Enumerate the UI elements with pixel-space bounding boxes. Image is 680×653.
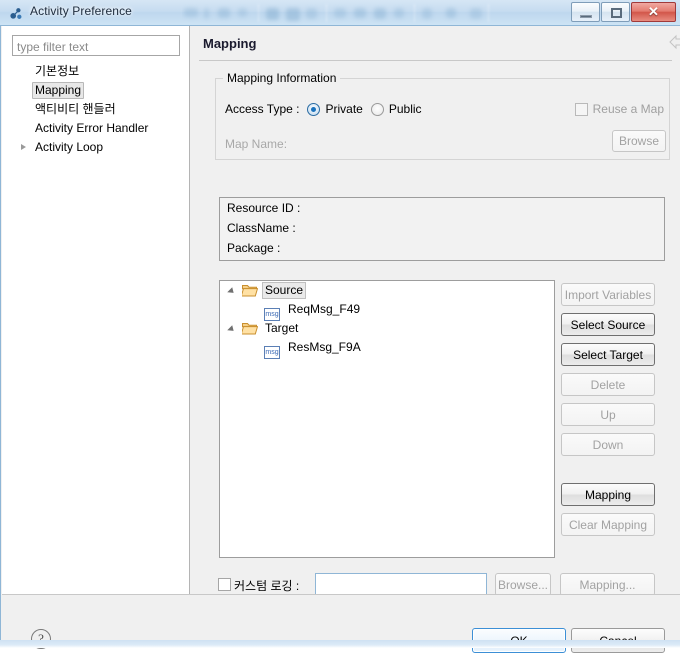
action-button-select-target[interactable]: Select Target [561, 343, 655, 366]
header-divider [199, 60, 672, 61]
action-button-select-source[interactable]: Select Source [561, 313, 655, 336]
sidebar-item-label: Mapping [32, 82, 85, 99]
sidebar-item-label: 기본정보 [35, 64, 80, 78]
ghost-toolbar-icon [238, 8, 247, 17]
mapping-tree-node[interactable]: Source [220, 281, 554, 300]
mapping-tree[interactable]: Source msg ReqMsg_F49 Target msg ResMsg_F9A [219, 280, 555, 558]
back-arrow-icon[interactable] [668, 34, 680, 55]
access-type-row: Access Type : Private Public [225, 102, 422, 116]
reuse-a-map-checkbox[interactable] [574, 102, 588, 116]
folder-open-icon [240, 322, 259, 335]
minimize-icon [580, 15, 592, 18]
resource-info-line: Package : [227, 241, 281, 255]
preference-tree: 기본정보 Mapping 액티비티 핸들러 Activity Error Handle… [2, 62, 189, 157]
ghost-toolbar-icon [422, 8, 432, 19]
ghost-toolbar-icon [204, 8, 209, 19]
filter-input[interactable] [12, 35, 180, 56]
ghost-toolbar-icon [306, 8, 317, 19]
custom-logging-mapping-button[interactable]: Mapping... [560, 573, 655, 596]
page-header: Mapping [191, 26, 680, 61]
ghost-toolbar-separator [258, 4, 259, 22]
radio-public-label: Public [388, 102, 422, 116]
window-bottom-edge [0, 640, 680, 648]
ghost-toolbar-icon [354, 8, 366, 18]
sidebar-item-label: 액티비티 핸들러 [35, 102, 116, 116]
ghost-toolbar-icon [470, 8, 482, 19]
ghost-toolbar-separator [326, 4, 327, 22]
activity-icon [10, 8, 22, 19]
sidebar-item-label: Activity Error Handler [35, 121, 149, 135]
ghost-toolbar-separator [488, 4, 489, 22]
mapping-tree-node-label: ResMsg_F9A [288, 340, 361, 354]
access-type-label: Access Type : [225, 102, 300, 116]
custom-logging-label: 커스텀 로깅 : [234, 579, 300, 593]
map-name-browse-button[interactable]: Browse [612, 130, 666, 152]
resource-info-line: ClassName : [227, 221, 296, 235]
ghost-toolbar-icon [184, 8, 198, 17]
radio-private-label: Private [325, 102, 363, 116]
resource-info-line: Resource ID : [227, 201, 301, 215]
folder-open-icon [240, 284, 259, 297]
action-button-import-variables[interactable]: Import Variables [561, 283, 655, 306]
msg-icon: msg [264, 346, 280, 359]
ghost-toolbar-icon [334, 8, 346, 18]
radio-public[interactable] [370, 102, 384, 116]
radio-private[interactable] [307, 102, 321, 116]
ghost-toolbar-icon [218, 8, 230, 18]
window-controls: ✕ [571, 2, 676, 23]
close-icon: ✕ [648, 4, 659, 19]
action-button-down[interactable]: Down [561, 433, 655, 456]
maximize-icon [611, 8, 622, 18]
map-name-label: Map Name: [225, 137, 288, 151]
sidebar-item-1[interactable]: 기본정보 [2, 62, 189, 81]
maximize-button[interactable] [601, 2, 630, 22]
sidebar-item-2[interactable]: Mapping [2, 81, 189, 100]
resource-info-box: Resource ID : ClassName : Package : [219, 197, 665, 261]
ghost-toolbar-icon [446, 8, 456, 18]
mapping-tree-node-label: ReqMsg_F49 [288, 302, 361, 316]
close-button[interactable]: ✕ [631, 2, 676, 22]
mapping-information-legend: Mapping Information [223, 71, 341, 85]
mapping-tree-node-label: Target [265, 321, 299, 335]
sidebar-item-5[interactable]: Activity Loop [2, 138, 189, 157]
expand-collapse-icon[interactable] [227, 325, 236, 334]
action-button-up[interactable]: Up [561, 403, 655, 426]
window-title: Activity Preference [30, 4, 132, 18]
mapping-tree-node[interactable]: Target [220, 319, 554, 338]
ghost-toolbar-backdrop [182, 1, 562, 25]
ghost-toolbar-icon [286, 8, 300, 21]
preference-nav-panel: 기본정보 Mapping 액티비티 핸들러 Activity Error Handle… [2, 26, 190, 594]
mapping-tree-node[interactable]: msg ReqMsg_F49 [220, 300, 554, 321]
reuse-a-map-label: Reuse a Map [592, 102, 664, 116]
action-button-mapping[interactable]: Mapping [561, 483, 655, 506]
sidebar-item-4[interactable]: Activity Error Handler [2, 119, 189, 138]
page-title: Mapping [203, 36, 257, 51]
chevron-right-icon[interactable] [21, 144, 26, 150]
mapping-tree-node-label: Source [262, 282, 307, 299]
action-button-delete[interactable]: Delete [561, 373, 655, 396]
sidebar-item-3[interactable]: 액티비티 핸들러 [2, 100, 189, 119]
ghost-toolbar-icon [266, 8, 279, 20]
action-button-clear-mapping[interactable]: Clear Mapping [561, 513, 655, 536]
custom-logging-browse-button[interactable]: Browse... [495, 573, 551, 596]
custom-logging-checkbox[interactable] [218, 578, 231, 591]
title-bar: Activity Preference ✕ [0, 0, 680, 26]
ghost-toolbar-icon [394, 8, 404, 18]
minimize-button[interactable] [571, 2, 600, 22]
activity-preference-dialog: Activity Preference ✕ 기본정보 Mapping 액티비티 핸들… [0, 0, 680, 653]
mapping-tree-node[interactable]: msg ResMsg_F9A [220, 338, 554, 359]
reuse-a-map-checkbox-row[interactable]: Reuse a Map [574, 102, 664, 116]
custom-logging-input[interactable] [315, 573, 487, 596]
expand-collapse-icon[interactable] [227, 287, 236, 296]
sidebar-item-label: Activity Loop [35, 140, 104, 154]
dialog-body: 기본정보 Mapping 액티비티 핸들러 Activity Error Handle… [0, 26, 680, 653]
ghost-toolbar-icon [374, 8, 386, 19]
ghost-toolbar-separator [414, 4, 415, 22]
